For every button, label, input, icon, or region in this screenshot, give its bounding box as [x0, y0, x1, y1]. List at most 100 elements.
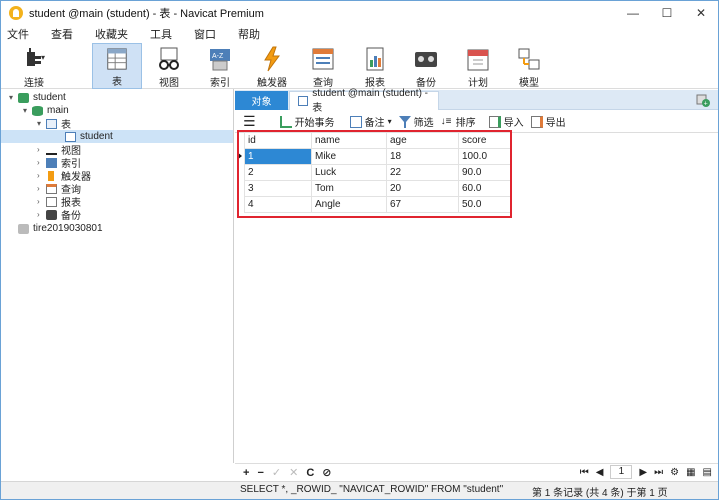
- delete-row-button[interactable]: −: [257, 467, 263, 479]
- backup-button[interactable]: 备份: [401, 43, 451, 89]
- last-page-icon[interactable]: ⏭: [654, 467, 663, 478]
- tree-backups[interactable]: › 备份: [37, 208, 81, 222]
- expand-icon[interactable]: ›: [37, 197, 46, 206]
- table-button[interactable]: 表: [92, 43, 142, 89]
- minimize-button[interactable]: —: [616, 1, 650, 25]
- backups-icon: [46, 209, 57, 220]
- begin-transaction-button[interactable]: 开始事务: [279, 114, 335, 129]
- expand-icon[interactable]: ›: [37, 210, 46, 219]
- view-icon: [159, 47, 179, 70]
- filter-label: 筛选: [413, 118, 434, 129]
- model-icon: [518, 48, 540, 70]
- backup-icon: [415, 52, 437, 67]
- sort-icon: ↓≡: [440, 115, 452, 127]
- schedule-label: 计划: [468, 78, 488, 89]
- memo-label: 备注: [364, 118, 385, 129]
- svg-text:A-Z: A-Z: [212, 53, 224, 60]
- expand-icon[interactable]: ›: [37, 171, 46, 180]
- index-button[interactable]: A-Z 索引: [195, 43, 245, 89]
- sql-statement: SELECT *, _ROWID_ "NAVICAT_ROWID" FROM "…: [240, 484, 504, 495]
- schedule-button[interactable]: 计划: [453, 43, 503, 89]
- menu-favorites[interactable]: 收藏夹: [95, 26, 128, 42]
- export-icon: [530, 115, 543, 128]
- menu-help[interactable]: 帮助: [238, 26, 260, 42]
- menu-view[interactable]: 查看: [51, 26, 73, 42]
- form-view-icon[interactable]: ▤: [703, 467, 712, 478]
- menu-tools[interactable]: 工具: [150, 26, 172, 42]
- tree-table-student[interactable]: student: [1, 130, 233, 143]
- tree-connection-tire[interactable]: tire2019030801: [9, 222, 103, 235]
- model-button[interactable]: 模型: [504, 43, 554, 89]
- page-number-input[interactable]: 1: [610, 465, 633, 479]
- views-icon: [46, 145, 57, 155]
- tree-tables[interactable]: ▾ 表: [37, 117, 71, 131]
- report-label: 报表: [365, 78, 385, 89]
- filter-button[interactable]: 筛选: [398, 114, 434, 129]
- svg-text:+: +: [704, 101, 708, 108]
- menu-icon[interactable]: ☰: [243, 113, 256, 130]
- first-page-icon[interactable]: ⏮: [580, 467, 589, 478]
- indexes-icon: [46, 157, 57, 168]
- collapse-icon[interactable]: ▾: [9, 93, 18, 102]
- expand-icon[interactable]: ›: [37, 145, 46, 154]
- expand-icon[interactable]: ›: [37, 158, 46, 167]
- menu-window[interactable]: 窗口: [194, 26, 216, 42]
- queries-icon: [46, 183, 57, 194]
- tree-connection-student[interactable]: ▾ student: [9, 91, 66, 104]
- model-label: 模型: [519, 78, 539, 89]
- begin-transaction-label: 开始事务: [294, 118, 335, 129]
- connect-button[interactable]: ▾ 连接: [13, 43, 55, 89]
- table-icon: [298, 96, 309, 106]
- transaction-icon: [279, 115, 292, 128]
- chevron-down-icon: ▾: [387, 117, 392, 126]
- import-button[interactable]: 导入: [488, 114, 524, 129]
- memo-button[interactable]: 备注 ▾: [349, 114, 392, 129]
- tab-objects[interactable]: 对象: [235, 91, 288, 110]
- stop-icon[interactable]: ⊘: [322, 466, 331, 479]
- tree-label: main: [47, 105, 69, 116]
- apply-button[interactable]: ✓: [272, 466, 281, 479]
- next-page-icon[interactable]: ▶: [639, 467, 647, 478]
- main-toolbar: ▾ 连接 表 视图 A-Z 索引 触发器 查询 报表 备份 计划 模型: [1, 43, 718, 89]
- collapse-icon[interactable]: ▾: [37, 119, 46, 128]
- app-window: student @main (student) - 表 - Navicat Pr…: [0, 0, 719, 500]
- refresh-icon[interactable]: C: [306, 467, 314, 479]
- report-icon: [366, 47, 384, 71]
- add-row-button[interactable]: +: [243, 467, 249, 479]
- tree-label: student: [33, 92, 66, 103]
- schedule-icon: [467, 49, 489, 71]
- maximize-button[interactable]: ☐: [650, 1, 684, 25]
- query-button[interactable]: 查询: [298, 43, 348, 89]
- tree-label: student: [80, 131, 113, 142]
- import-label: 导入: [503, 118, 524, 129]
- menu-file[interactable]: 文件: [7, 26, 29, 42]
- settings-gear-icon[interactable]: ⚙: [670, 467, 679, 478]
- new-connection-icon[interactable]: +: [696, 93, 710, 107]
- report-button[interactable]: 报表: [350, 43, 400, 89]
- view-button[interactable]: 视图: [144, 43, 194, 89]
- expand-icon[interactable]: ›: [37, 184, 46, 193]
- prev-page-icon[interactable]: ◀: [596, 467, 604, 478]
- table-icon: [65, 131, 76, 142]
- table-label: 表: [112, 77, 122, 88]
- filter-icon: [398, 115, 411, 128]
- connection-icon: [18, 92, 29, 103]
- menu-bar: 文件 查看 收藏夹 工具 窗口 帮助: [1, 25, 718, 43]
- tables-icon: [46, 118, 57, 129]
- grid-view-icon[interactable]: ▦: [686, 467, 695, 478]
- query-icon: [312, 48, 334, 70]
- discard-button[interactable]: ✕: [289, 466, 298, 479]
- query-label: 查询: [313, 78, 333, 89]
- navigation-tree: ▾ student ▾ main ▾ 表 student › 视图 › 索引 ›…: [1, 89, 234, 463]
- triggers-icon: [48, 170, 54, 181]
- collapse-icon[interactable]: ▾: [23, 106, 32, 115]
- trigger-button[interactable]: 触发器: [247, 43, 297, 89]
- sort-button[interactable]: ↓≡ 排序: [440, 114, 476, 130]
- trigger-label: 触发器: [257, 78, 287, 89]
- backup-label: 备份: [416, 78, 436, 89]
- close-button[interactable]: ✕: [684, 1, 718, 25]
- memo-icon: [349, 115, 362, 128]
- annotation-highlight-box: [237, 130, 512, 218]
- export-button[interactable]: 导出: [530, 114, 566, 129]
- tab-table-data[interactable]: student @main (student) - 表: [289, 88, 439, 114]
